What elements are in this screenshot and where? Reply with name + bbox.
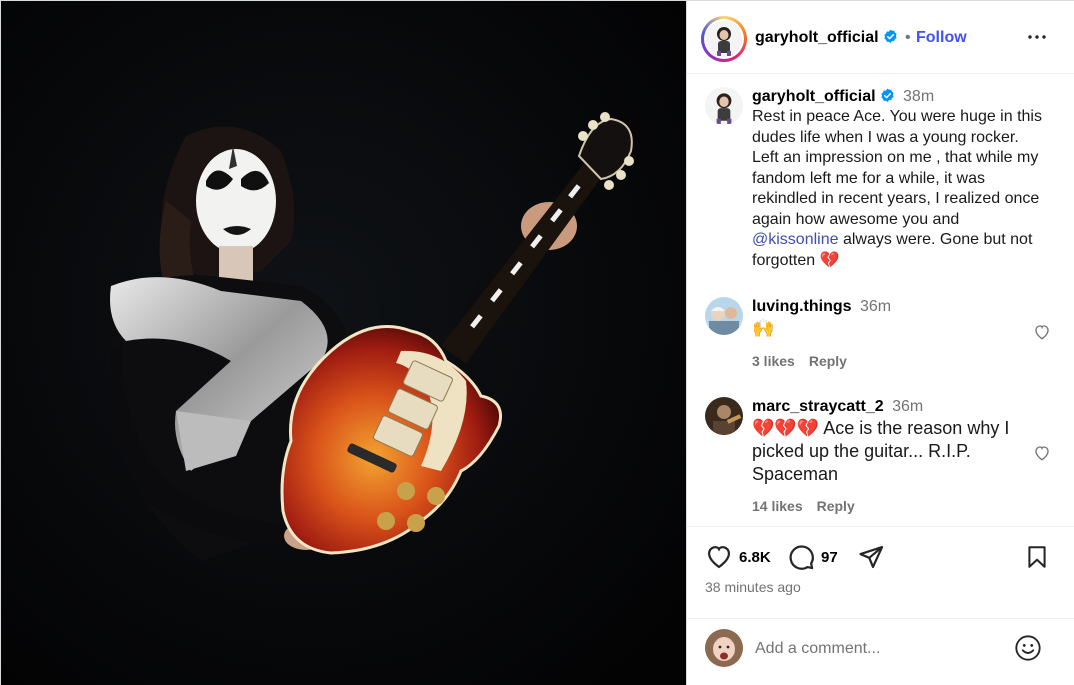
comment-likes[interactable]: 14 likes	[752, 498, 803, 514]
author-avatar[interactable]	[706, 21, 742, 57]
more-options-icon[interactable]	[1025, 25, 1049, 49]
caption-text: Rest in peace Ace. You were huge in this…	[752, 107, 1046, 271]
save-action[interactable]	[1024, 543, 1050, 571]
guitarist-photo	[1, 1, 686, 685]
comment-likes[interactable]: 3 likes	[752, 353, 795, 369]
comment-heart-icon[interactable]	[1033, 444, 1051, 462]
story-ring[interactable]	[701, 16, 747, 62]
commenter-username[interactable]: luving.things	[752, 298, 852, 315]
comment-text: 🙌	[752, 318, 775, 338]
comment-count[interactable]: 97	[821, 549, 838, 566]
comment-meta: 14 likes Reply	[752, 498, 869, 514]
verified-badge-icon	[883, 29, 897, 43]
comment-text: 💔💔💔 Ace is the reason why I picked up th…	[752, 418, 1010, 484]
add-comment-bar	[687, 618, 1074, 685]
commenter-avatar[interactable]	[705, 397, 743, 435]
post-actions: 6.8K 97 38 minutes ago	[687, 526, 1074, 618]
commenter-username[interactable]: marc_straycatt_2	[752, 398, 884, 415]
caption-username[interactable]: garyholt_official	[752, 88, 876, 105]
comment-body: marc_straycatt_2 36m 💔💔💔 Ace is the reas…	[752, 397, 1046, 486]
mention-link[interactable]: @kissonline	[752, 231, 839, 248]
caption-avatar[interactable]	[705, 87, 743, 125]
post-side-panel: garyholt_official • Follow garyholt_offi…	[686, 1, 1074, 685]
current-user-avatar[interactable]	[705, 629, 743, 667]
post-timestamp: 38 minutes ago	[705, 579, 801, 595]
share-icon[interactable]	[857, 543, 885, 571]
like-count[interactable]: 6.8K	[739, 549, 771, 566]
caption-text-start: Rest in peace Ace. You were huge in this…	[752, 108, 1042, 228]
comment-item: marc_straycatt_2 36m 💔💔💔 Ace is the reas…	[705, 397, 1060, 517]
post-photo[interactable]	[1, 1, 686, 685]
comment-icon[interactable]	[787, 543, 815, 571]
share-action[interactable]	[857, 543, 885, 571]
author-username[interactable]: garyholt_official	[755, 28, 898, 48]
separator-dot: •	[905, 29, 911, 46]
commenter-avatar[interactable]	[705, 297, 743, 335]
heart-icon[interactable]	[705, 543, 733, 571]
comment-time: 36m	[860, 298, 892, 315]
caption-body: garyholt_official 38m Rest in peace Ace.…	[752, 87, 1046, 271]
comment-item: luving.things 36m 🙌 3 likes Reply	[705, 297, 1060, 369]
follow-button[interactable]: Follow	[916, 28, 967, 48]
caption-time: 38m	[903, 88, 935, 105]
emoji-icon[interactable]	[1014, 634, 1042, 662]
comment-meta: 3 likes Reply	[752, 353, 861, 369]
like-action[interactable]: 6.8K	[705, 543, 771, 571]
bookmark-icon[interactable]	[1024, 543, 1050, 571]
comment-reply-button[interactable]: Reply	[817, 498, 855, 514]
comments-section[interactable]: garyholt_official 38m Rest in peace Ace.…	[687, 75, 1074, 525]
post-header: garyholt_official • Follow	[687, 1, 1074, 74]
author-username-text[interactable]: garyholt_official	[755, 29, 879, 46]
comment-heart-icon[interactable]	[1033, 323, 1051, 341]
comment-reply-button[interactable]: Reply	[809, 353, 847, 369]
comment-action[interactable]: 97	[787, 543, 838, 571]
verified-badge-icon	[880, 88, 894, 102]
comment-body: luving.things 36m 🙌	[752, 297, 1046, 340]
add-comment-input[interactable]	[755, 637, 1005, 661]
comment-time: 36m	[892, 398, 924, 415]
instagram-post: garyholt_official • Follow garyholt_offi…	[0, 0, 1074, 685]
